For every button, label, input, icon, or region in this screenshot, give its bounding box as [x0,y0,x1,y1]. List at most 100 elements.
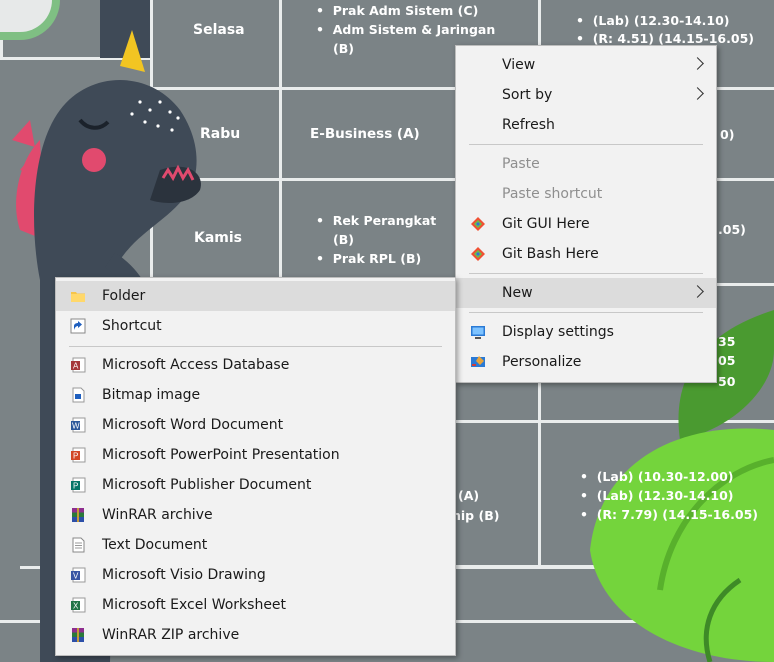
course-text: (A) [458,488,480,503]
course-name: Adm Sistem & Jaringan [332,22,496,37]
chevron-right-icon [691,285,704,298]
display-icon [471,326,485,339]
new-item-text-document[interactable]: Text Document [56,530,455,560]
chevron-right-icon [691,57,704,70]
menu-item-display-settings[interactable]: Display settings [456,317,716,347]
course-text: nip (B) [452,508,500,523]
menu-item-label: WinRAR ZIP archive [102,627,240,643]
course-text: E-Business (A) [310,126,420,142]
new-item-word[interactable]: W Microsoft Word Document [56,410,455,440]
menu-item-label: Microsoft PowerPoint Presentation [102,447,340,463]
menu-item-label: View [502,57,536,73]
personalize-icon [471,356,485,367]
menu-separator [469,144,703,145]
menu-item-label: Refresh [502,117,555,133]
new-item-winrar-zip[interactable]: WinRAR ZIP archive [56,620,455,650]
time-text: • (Lab) (10.30-12.00) [580,469,734,484]
menu-item-label: WinRAR archive [102,507,213,523]
menu-item-label: Microsoft Visio Drawing [102,567,266,583]
time-text: • (R: 7.79) (14.15-16.05) [580,507,758,522]
course-text: (B) [333,232,354,247]
new-item-bitmap[interactable]: Bitmap image [56,380,455,410]
menu-item-label: Microsoft Publisher Document [102,477,312,493]
svg-text:P: P [73,452,78,461]
menu-item-label: Text Document [102,537,208,553]
shortcut-icon [70,318,86,334]
time-value: (R: 4.51) (14.15-16.05) [592,31,754,46]
time-fragment: 35 [718,334,736,349]
svg-text:P: P [73,482,78,491]
new-item-excel[interactable]: X Microsoft Excel Worksheet [56,590,455,620]
menu-item-label: Paste shortcut [502,186,603,202]
time-text: • (Lab) (12.30-14.10) [576,13,730,28]
time-text: • (Lab) (12.30-14.10) [580,488,734,503]
new-item-visio[interactable]: V Microsoft Visio Drawing [56,560,455,590]
menu-item-label: Microsoft Access Database [102,357,290,373]
time-fragment: 50 [718,374,736,389]
menu-item-label: Bitmap image [102,387,201,403]
menu-item-paste[interactable]: Paste [456,149,716,179]
menu-item-label: Microsoft Excel Worksheet [102,597,287,613]
menu-item-label: Shortcut [102,318,162,334]
svg-text:A: A [73,362,79,371]
menu-item-label: Paste [502,156,540,172]
new-item-access[interactable]: A Microsoft Access Database [56,350,455,380]
new-item-folder[interactable]: Folder [56,281,455,311]
course-name: Prak RPL (B) [332,251,422,266]
menu-item-sort-by[interactable]: Sort by [456,80,716,110]
course-text: • Adm Sistem & Jaringan [316,22,496,37]
menu-item-label: Sort by [502,87,553,103]
menu-item-label: Git GUI Here [502,216,590,232]
bitmap-icon [72,387,85,403]
new-submenu: Folder Shortcut A Microsoft Access Datab… [55,277,456,656]
menu-item-git-gui[interactable]: Git GUI Here [456,209,716,239]
new-item-publisher[interactable]: P Microsoft Publisher Document [56,470,455,500]
word-icon: W [71,417,86,433]
git-bash-icon [471,247,485,261]
menu-separator [469,312,703,313]
course-text: • Rek Perangkat [316,213,437,228]
new-item-winrar[interactable]: WinRAR archive [56,500,455,530]
menu-item-refresh[interactable]: Refresh [456,110,716,140]
course-name: Prak Adm Sistem (C) [332,3,479,18]
new-item-shortcut[interactable]: Shortcut [56,311,455,341]
publisher-icon: P [71,477,86,493]
svg-text:V: V [73,572,79,581]
menu-item-label: Folder [102,288,146,304]
menu-item-label: New [502,285,533,301]
new-item-powerpoint[interactable]: P Microsoft PowerPoint Presentation [56,440,455,470]
menu-item-paste-shortcut[interactable]: Paste shortcut [456,179,716,209]
time-value: (R: 7.79) (14.15-16.05) [596,507,758,522]
powerpoint-icon: P [71,447,86,463]
folder-icon [71,292,85,302]
menu-item-git-bash[interactable]: Git Bash Here [456,239,716,269]
time-text: .05) [718,222,746,237]
course-text: (B) [333,41,354,56]
menu-item-label: Microsoft Word Document [102,417,284,433]
visio-icon: V [71,567,86,583]
course-text: • Prak RPL (B) [316,251,422,266]
svg-text:W: W [72,422,80,431]
time-value: (Lab) (12.30-14.10) [596,488,734,503]
menu-item-label: Personalize [502,354,582,370]
time-value: (Lab) (12.30-14.10) [592,13,730,28]
menu-item-new[interactable]: New [456,278,716,308]
menu-item-label: Git Bash Here [502,246,599,262]
winrar-icon [72,508,84,522]
menu-item-personalize[interactable]: Personalize [456,347,716,377]
access-icon: A [71,357,86,373]
svg-text:X: X [73,602,79,611]
menu-item-view[interactable]: View [456,50,716,80]
course-text: • Prak Adm Sistem (C) [316,3,479,18]
chevron-right-icon [691,87,704,100]
time-value: (Lab) (10.30-12.00) [596,469,734,484]
menu-separator [69,346,442,347]
git-gui-icon [471,217,485,231]
menu-item-label: Display settings [502,324,614,340]
time-text: 0) [720,127,735,142]
time-fragment: 05 [718,353,736,368]
course-name: Rek Perangkat [332,213,437,228]
text-document-icon [72,537,85,553]
winrar-zip-icon [72,628,84,642]
menu-separator [469,273,703,274]
